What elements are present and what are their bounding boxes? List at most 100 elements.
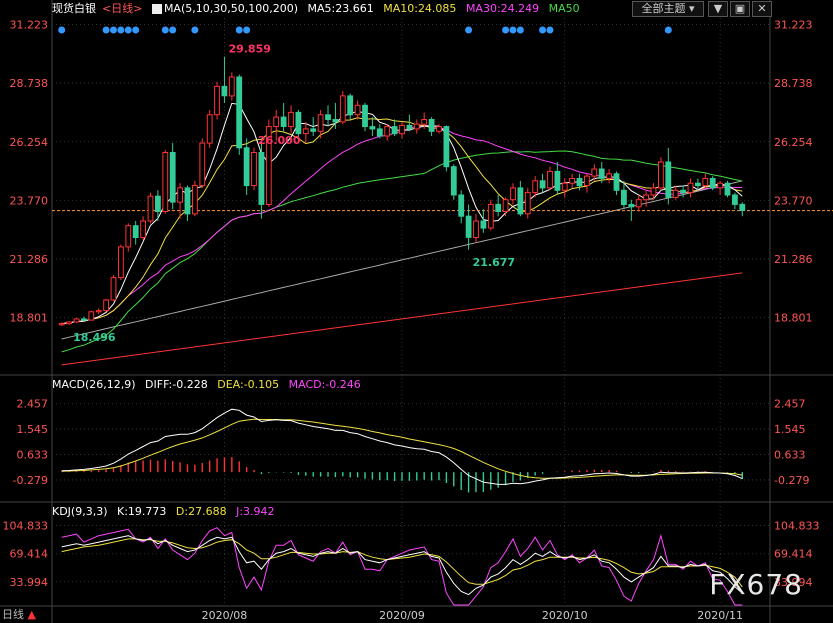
close-icon: ✕ — [757, 2, 767, 15]
candle-body — [739, 203, 746, 211]
candle-body — [465, 215, 472, 238]
candle-body — [214, 85, 220, 116]
price-tick-label: 31.223 — [10, 19, 49, 32]
macd-value: MACD:-0.246 — [288, 378, 361, 391]
candle-body — [643, 194, 650, 201]
candle-body — [524, 192, 531, 215]
candle-body — [384, 126, 391, 137]
candle-body — [554, 170, 561, 191]
macd-tick-label: 2.457 — [17, 398, 49, 411]
theme-dropdown[interactable]: 全部主题 ▾ — [632, 1, 704, 17]
candle-body — [584, 175, 590, 187]
macd-dea-line — [61, 418, 743, 479]
candle-body — [480, 220, 487, 229]
event-dot — [516, 26, 524, 34]
candle-body — [672, 189, 679, 198]
main-legend: 现货白银 <日线> MA(5,10,30,50,100,200) MA5:23.6… — [52, 2, 586, 16]
candle-body — [140, 220, 146, 238]
candle-body — [228, 76, 235, 97]
candle-body — [354, 104, 361, 116]
candle-body — [502, 199, 509, 212]
candle-body — [717, 182, 724, 189]
candle-body — [561, 182, 568, 191]
candle-body — [458, 194, 465, 217]
chevron-down-icon: ▾ — [688, 2, 695, 15]
prev-button[interactable]: ▼ — [708, 1, 728, 17]
candle-body — [391, 126, 398, 135]
candle-body — [665, 161, 672, 198]
candle-body — [628, 203, 635, 208]
period-label: <日线> — [102, 2, 143, 15]
candle-body — [399, 124, 405, 135]
candle-body — [606, 173, 613, 180]
event-dot — [102, 26, 110, 34]
candle-body — [132, 225, 139, 238]
candle-body — [206, 114, 213, 144]
candle-body — [487, 203, 494, 229]
candle-body — [510, 187, 516, 201]
candle-body — [58, 323, 65, 326]
ma30-value: MA30:24.249 — [465, 2, 540, 15]
candle-body — [199, 142, 206, 187]
event-dot — [664, 26, 672, 34]
event-dot — [546, 26, 554, 34]
candle-body — [325, 114, 331, 121]
price-tick-label: 31.223 — [774, 19, 813, 32]
kdj-legend: KDJ(9,3,3) K:19.773 D:27.688 J:3.942 — [52, 505, 281, 519]
candle-body — [635, 199, 642, 208]
price-annotation: 21.677 — [473, 256, 515, 269]
candle-body — [724, 182, 731, 196]
candle-body — [591, 168, 598, 177]
chart-window: 31.223 31.223 28.738 28.738 26.254 26.254 23.7… — [0, 0, 833, 623]
macd-dea: DEA:-0.105 — [217, 378, 280, 391]
event-dot — [235, 26, 243, 34]
candle-body — [302, 128, 309, 135]
price-tick-label: 28.738 — [10, 77, 49, 90]
price-tick-label: 18.801 — [10, 312, 49, 325]
event-dot — [539, 26, 547, 34]
price-annotation: 18.496 — [73, 331, 116, 344]
candle-body — [155, 195, 161, 212]
candle-body — [702, 178, 709, 187]
candle-body — [243, 147, 250, 187]
candle-body — [236, 76, 243, 149]
candle-body — [118, 246, 124, 279]
candle-body — [95, 310, 102, 313]
candle-body — [125, 225, 132, 248]
time-tick-label: 2020/08 — [202, 609, 248, 622]
macd-tick-label: 0.633 — [17, 449, 49, 462]
event-dot — [132, 26, 140, 34]
candle-body — [162, 152, 169, 212]
arrow-down-icon: ▼ — [713, 2, 723, 15]
candle-body — [658, 161, 664, 189]
candle-body — [517, 187, 524, 215]
time-tick-label: 2020/10 — [542, 609, 588, 622]
candle-body — [695, 182, 701, 187]
period-tab[interactable]: 日线 ▲ — [2, 606, 36, 622]
candle-body — [443, 126, 450, 168]
candle-body — [680, 189, 687, 194]
candle-body — [310, 128, 317, 132]
restore-button[interactable]: ▣ — [730, 1, 750, 17]
candle-body — [81, 318, 87, 321]
macd-legend: MACD(26,12,9) DIFF:-0.228 DEA:-0.105 MAC… — [52, 378, 367, 392]
candle-body — [413, 123, 420, 130]
price-annotation: 26.000 — [258, 134, 301, 147]
ma-settings: MA(5,10,30,50,100,200) — [163, 2, 298, 15]
candle-body — [251, 152, 257, 186]
candle-body — [273, 116, 280, 127]
candle-body — [347, 95, 354, 116]
macd-diff: DIFF:-0.228 — [145, 378, 208, 391]
candle-body — [495, 203, 502, 212]
event-dot — [124, 26, 132, 34]
ma-settings-icon[interactable] — [151, 4, 162, 14]
kdj-j: J:3.942 — [236, 505, 275, 518]
event-dot — [169, 26, 177, 34]
macd-settings: MACD(26,12,9) — [52, 378, 136, 391]
macd-tick-label: -0.279 — [774, 474, 809, 487]
event-dot — [161, 26, 169, 34]
candle-body — [147, 195, 154, 222]
close-button[interactable]: ✕ — [752, 1, 772, 17]
candle-body — [280, 116, 287, 127]
macd-tick-label: 0.633 — [774, 449, 806, 462]
